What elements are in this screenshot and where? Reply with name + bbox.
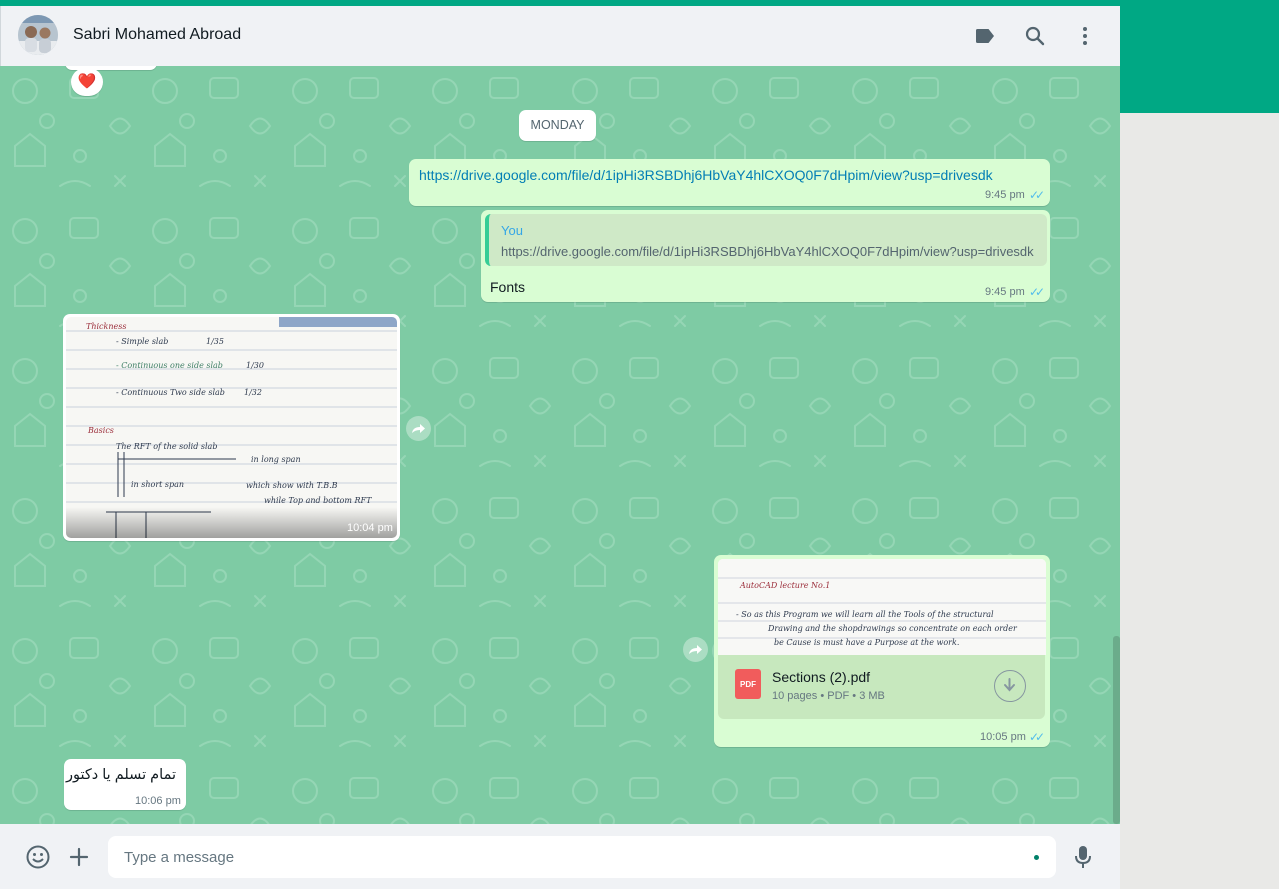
read-ticks-icon: ✓✓ — [1029, 188, 1045, 202]
note-line: in long span — [251, 455, 301, 464]
download-icon — [1004, 678, 1015, 692]
document-name[interactable]: Sections (2).pdf — [772, 669, 870, 685]
note-line: - Continuous one side slab — [116, 361, 223, 370]
preview-line: - So as this Program we will learn all t… — [736, 610, 994, 619]
document-attachment[interactable]: PDF Sections (2).pdf 10 pages • PDF • 3 … — [718, 655, 1045, 719]
preview-line: AutoCAD lecture No.1 — [739, 581, 830, 590]
incoming-image-message[interactable]: Thickness - Simple slab - Continuous one… — [63, 314, 400, 541]
input-status-dot — [1034, 855, 1039, 860]
note-line: in short span — [131, 480, 184, 489]
contact-avatar[interactable] — [18, 15, 58, 55]
forward-icon[interactable] — [683, 637, 708, 662]
document-meta: 10 pages • PDF • 3 MB — [772, 690, 885, 702]
note-line: while Top and bottom RFT — [264, 496, 372, 505]
forward-icon[interactable] — [406, 416, 431, 441]
day-separator: MONDAY — [519, 110, 596, 141]
quote-text: https://drive.google.com/file/d/1ipHi3RS… — [501, 244, 1034, 259]
message-time: 10:06 pm — [135, 795, 181, 807]
message-list[interactable]: ❤️ MONDAY https://drive.google.com/file/… — [0, 66, 1120, 824]
message-input[interactable]: Type a message — [108, 836, 1056, 878]
heart-reaction-icon[interactable]: ❤️ — [71, 68, 103, 96]
note-line: Basics — [87, 426, 114, 435]
note-fraction: 1/30 — [246, 361, 264, 370]
incoming-text-message[interactable]: تمام تسلم يا دكتور 10:06 pm — [64, 759, 186, 810]
microphone-icon[interactable] — [1071, 844, 1095, 870]
note-line: - Simple slab — [116, 337, 168, 346]
message-time: 9:45 pm — [985, 286, 1025, 298]
label-icon[interactable] — [973, 24, 997, 48]
quoted-message[interactable]: You https://drive.google.com/file/d/1ipH… — [485, 214, 1047, 266]
pdf-icon: PDF — [735, 669, 761, 699]
message-time: 9:45 pm — [985, 189, 1025, 201]
message-time: 10:05 pm — [980, 731, 1026, 743]
message-text: Fonts — [490, 279, 526, 295]
preview-line: be Cause is must have a Purpose at the w… — [774, 638, 959, 647]
note-line: Thickness — [86, 322, 126, 331]
read-ticks-icon: ✓✓ — [1029, 730, 1045, 744]
document-preview[interactable]: AutoCAD lecture No.1 - So as this Progra… — [718, 559, 1046, 655]
chat-header[interactable]: Sabri Mohamed Abroad — [0, 6, 1120, 66]
read-ticks-icon: ✓✓ — [1029, 285, 1045, 299]
note-line: which show with T.B.B — [246, 481, 338, 490]
search-icon[interactable] — [1023, 24, 1047, 48]
outgoing-link-message[interactable]: https://drive.google.com/file/d/1ipHi3RS… — [409, 159, 1050, 206]
message-input-placeholder[interactable]: Type a message — [124, 849, 234, 866]
attach-plus-icon[interactable] — [67, 845, 91, 869]
contact-name[interactable]: Sabri Mohamed Abroad — [73, 26, 241, 44]
message-link[interactable]: https://drive.google.com/file/d/1ipHi3RS… — [419, 167, 993, 183]
empty-side-pane — [1120, 113, 1279, 889]
menu-icon[interactable] — [1073, 24, 1097, 48]
note-fraction: 1/32 — [244, 388, 262, 397]
message-text: تمام تسلم يا دكتور — [65, 767, 176, 783]
message-composer: Type a message — [0, 824, 1120, 889]
notes-photo[interactable]: Thickness - Simple slab - Continuous one… — [66, 317, 397, 538]
outgoing-document-message[interactable]: AutoCAD lecture No.1 - So as this Progra… — [714, 555, 1050, 747]
note-line: - Continuous Two side slab — [116, 388, 225, 397]
download-button[interactable] — [994, 670, 1026, 702]
preview-line: Drawing and the shopdrawings so concentr… — [767, 624, 1018, 633]
message-time: 10:04 pm — [347, 522, 393, 534]
outgoing-reply-message[interactable]: You https://drive.google.com/file/d/1ipH… — [481, 210, 1050, 302]
note-fraction: 1/35 — [206, 337, 224, 346]
emoji-icon[interactable] — [25, 844, 51, 870]
message-scrollbar[interactable] — [1113, 636, 1120, 824]
chat-panel: Sabri Mohamed Abroad ❤️ MONDAY https://d… — [0, 6, 1120, 889]
note-line: The RFT of the solid slab — [116, 442, 217, 451]
quote-author: You — [501, 223, 523, 238]
